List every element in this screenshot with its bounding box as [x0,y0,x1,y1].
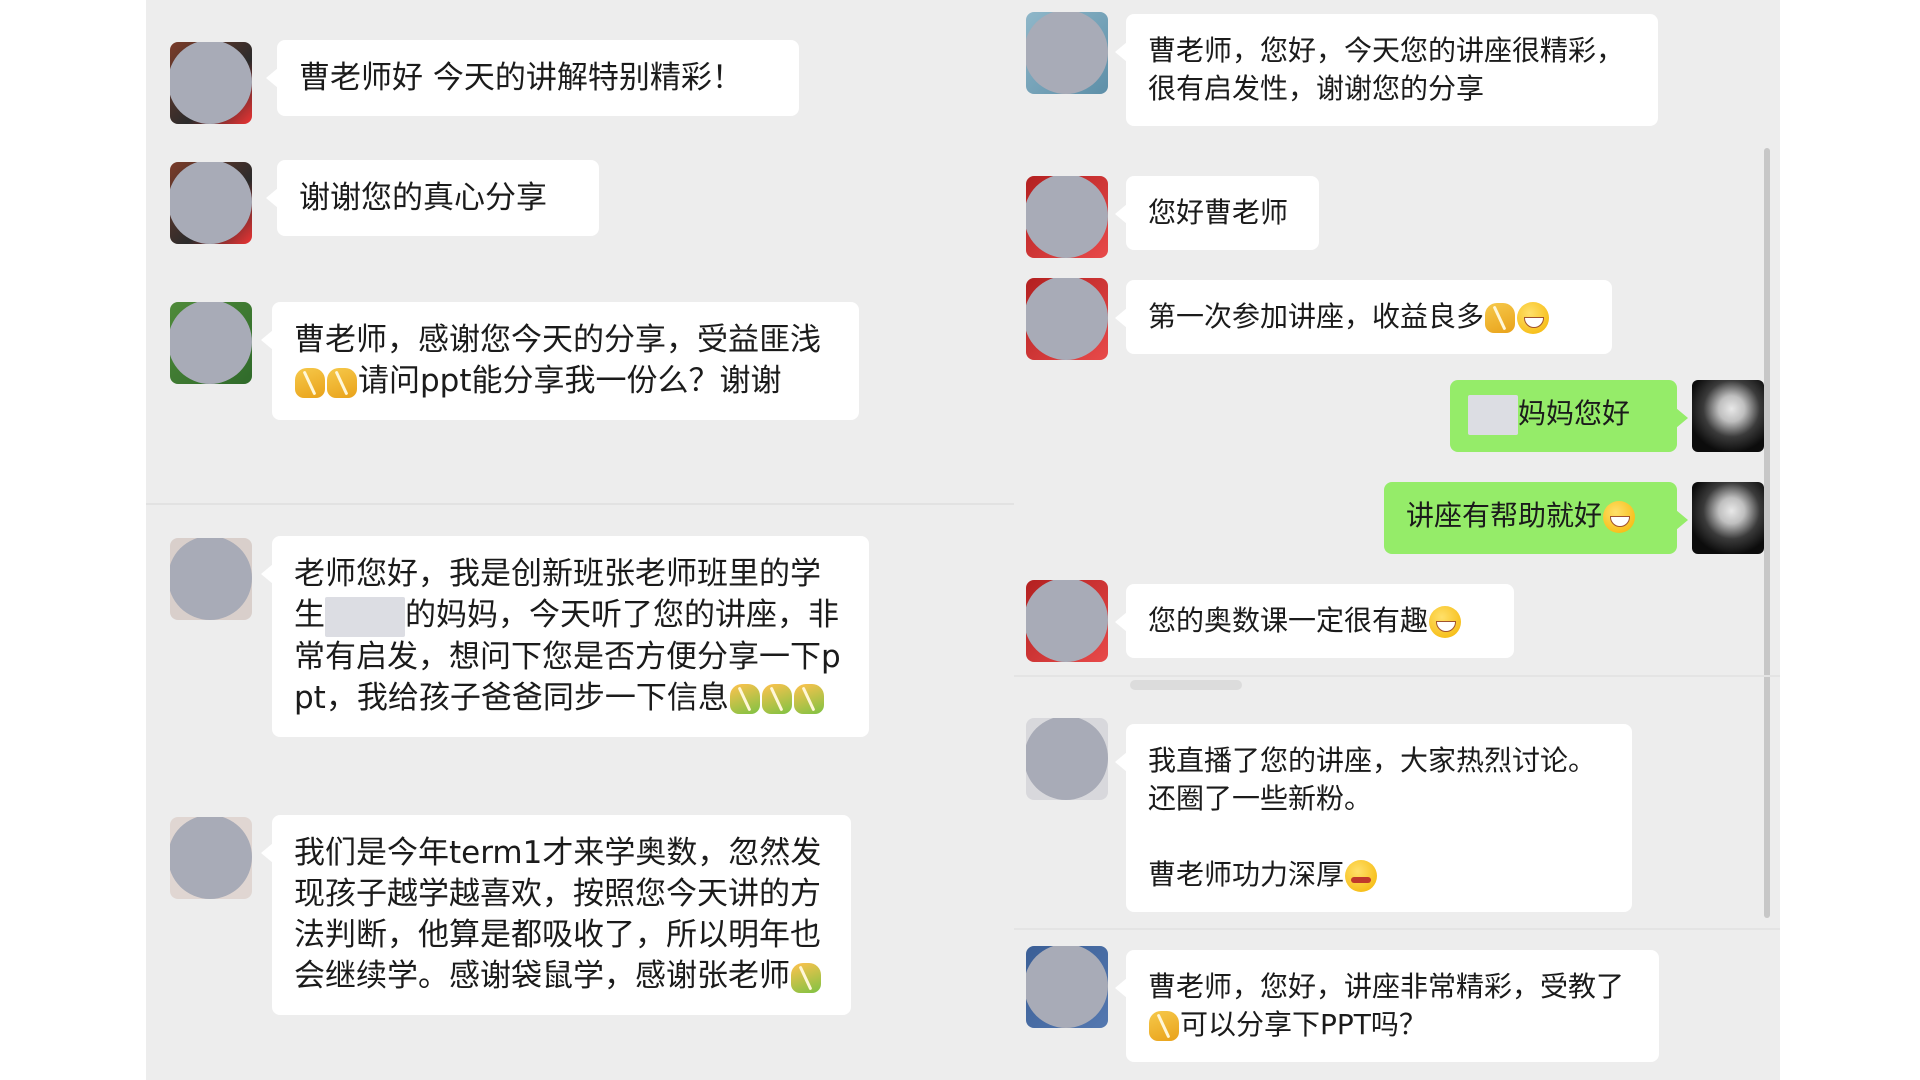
avatar-blur [1026,278,1108,360]
avatar-blur [170,302,252,384]
avatar-blur [1026,718,1108,800]
avatar-blur [170,162,252,244]
chat-message-row: 第一次参加讲座，收益良多 [1014,274,1780,364]
message-text: 曹老师，感谢您今天的分享，受益匪浅 [294,322,821,358]
message-text: 您的奥数课一定很有趣 [1148,604,1429,637]
avatar[interactable] [170,817,252,899]
avatar-blur [1026,946,1108,1028]
chat-message-row: 曹老师，您好，讲座非常精彩，受教了可以分享下PPT吗？ [1014,946,1780,1066]
folded-hands-icon [791,962,821,993]
message-bubble[interactable]: 我们是今年term1才来学奥数，忽然发现孩子越学越喜欢，按照您今天讲的方法判断，… [261,815,851,1015]
avatar[interactable] [170,162,252,244]
folded-hands-icon [295,367,325,398]
message-text: 请问ppt能分享我一份么？谢谢 [358,363,782,399]
avatar[interactable] [1026,718,1108,800]
avatar-blur [170,42,252,124]
message-bubble[interactable]: 曹老师，您好，今天您的讲座很精彩，很有启发性，谢谢您的分享 [1115,14,1658,126]
chat-message-row: 谢谢您的真心分享 [146,158,1014,248]
folded-hands-icon [793,684,824,714]
grinning-face-icon [1517,302,1550,334]
right-chat-panel: 曹老师，您好，今天您的讲座很精彩，很有启发性，谢谢您的分享 您好曹老师 第一次参… [1014,0,1780,1080]
message-bubble[interactable]: 老师您好，我是创新班张老师班里的学生 的妈妈，今天听了您的讲座，非常有启发，想问下… [261,536,869,737]
message-text: 曹老师好 今天的讲解特别精彩！ [299,60,743,96]
chat-message-row: 老师您好，我是创新班张老师班里的学生 的妈妈，今天听了您的讲座，非常有启发，想问下… [146,536,1014,786]
message-bubble[interactable]: 曹老师，您好，讲座非常精彩，受教了可以分享下PPT吗？ [1115,950,1659,1062]
folded-hands-icon [1485,303,1516,333]
avatar-blur [170,538,252,620]
message-text: 妈妈您好 [1518,397,1631,430]
mini-control-bar[interactable] [1130,680,1242,690]
avatar-blur [1026,12,1108,94]
divider [1014,928,1780,930]
chat-message-row: 我直播了您的讲座，大家热烈讨论。还圈了一些新粉。 曹老师功力深厚 [1014,718,1780,912]
smirking-face-icon [1345,860,1378,892]
chat-message-row-outgoing: 妈妈您好 [1014,380,1780,460]
avatar[interactable] [1026,176,1108,258]
divider [146,503,1014,505]
message-bubble[interactable]: 您的奥数课一定很有趣 [1115,584,1514,658]
avatar-blur [1026,176,1108,258]
folded-hands-icon [729,684,760,714]
left-chat-panel: 曹老师好 今天的讲解特别精彩！ 谢谢您的真心分享 曹老师，感谢您今天的分享，受益… [146,0,1014,1080]
avatar-blur [170,817,252,899]
folded-hands-icon [761,684,792,714]
message-text: 曹老师，您好，讲座非常精彩，受教了 [1148,970,1625,1003]
chat-message-row: 曹老师好 今天的讲解特别精彩！ [146,38,1014,128]
message-bubble[interactable]: 曹老师好 今天的讲解特别精彩！ [266,40,799,116]
redacted-name [1468,395,1518,435]
my-avatar[interactable] [1692,380,1764,452]
chat-message-row-outgoing: 讲座有帮助就好 [1014,482,1780,562]
chat-message-row: 曹老师，感谢您今天的分享，受益匪浅请问ppt能分享我一份么？谢谢 [146,300,1014,470]
folded-hands-icon [1149,1011,1179,1041]
avatar-blur [1026,580,1108,662]
avatar[interactable] [1026,12,1108,94]
avatar[interactable] [1026,946,1108,1028]
message-bubble[interactable]: 第一次参加讲座，收益良多 [1115,280,1612,354]
avatar[interactable] [1026,278,1108,360]
my-avatar[interactable] [1692,482,1764,554]
message-text: 讲座有帮助就好 [1406,499,1603,532]
message-bubble[interactable]: 我直播了您的讲座，大家热烈讨论。还圈了一些新粉。 曹老师功力深厚 [1115,724,1632,912]
grinning-face-icon [1603,501,1636,533]
chat-message-row: 您的奥数课一定很有趣 [1014,576,1780,676]
message-text: 第一次参加讲座，收益良多 [1148,300,1485,333]
message-bubble-outgoing[interactable]: 讲座有帮助就好 [1384,482,1688,554]
message-text: 您好曹老师 [1148,196,1289,229]
avatar[interactable] [170,42,252,124]
chat-message-row: 我们是今年term1才来学奥数，忽然发现孩子越学越喜欢，按照您今天讲的方法判断，… [146,815,1014,1065]
message-text: 曹老师，您好，今天您的讲座很精彩，很有启发性，谢谢您的分享 [1148,34,1625,105]
message-text: 我们是今年term1才来学奥数，忽然发现孩子越学越喜欢，按照您今天讲的方法判断，… [294,835,822,994]
avatar[interactable] [1026,580,1108,662]
message-text: 谢谢您的真心分享 [299,180,547,216]
message-text: 可以分享下PPT吗？ [1180,1008,1427,1041]
avatar[interactable] [170,538,252,620]
chat-message-row: 曹老师，您好，今天您的讲座很精彩，很有启发性，谢谢您的分享 [1014,12,1780,132]
folded-hands-icon [327,367,357,398]
grinning-face-icon [1429,606,1462,638]
message-bubble-outgoing[interactable]: 妈妈您好 [1450,380,1688,452]
redacted-name [325,596,405,637]
avatar[interactable] [170,302,252,384]
message-bubble[interactable]: 曹老师，感谢您今天的分享，受益匪浅请问ppt能分享我一份么？谢谢 [261,302,859,420]
message-bubble[interactable]: 谢谢您的真心分享 [266,160,599,236]
message-bubble[interactable]: 您好曹老师 [1115,176,1319,250]
chat-message-row: 您好曹老师 [1014,172,1780,262]
